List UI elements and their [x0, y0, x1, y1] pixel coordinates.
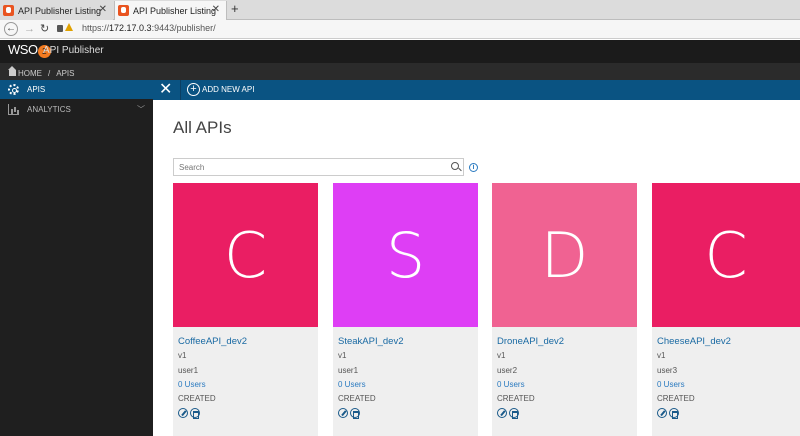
home-icon: [8, 65, 16, 76]
action-toolbar: ✕ + ADD NEW API: [153, 80, 800, 100]
api-name-link[interactable]: SteakAPI_dev2: [338, 336, 404, 347]
page-title: All APIs: [173, 118, 232, 137]
close-icon[interactable]: ✕: [159, 81, 172, 98]
edit-icon[interactable]: [338, 408, 348, 418]
favicon-icon: [118, 5, 129, 16]
api-provider: user1: [178, 366, 199, 375]
api-actions: [657, 408, 679, 419]
breadcrumb-home[interactable]: HOME: [18, 69, 42, 78]
api-status: CREATED: [178, 394, 216, 403]
browser-nav-bar: ← → ↻ https://172.17.0.3:9443/publisher/: [0, 20, 800, 39]
delete-icon[interactable]: [350, 408, 360, 419]
chevron-down-icon: ﹀: [137, 105, 145, 114]
tab-title: API Publisher Listing: [18, 5, 102, 16]
close-tab-icon[interactable]: ✕: [212, 4, 220, 15]
favicon-icon: [3, 5, 14, 16]
api-card[interactable]: D DroneAPI_dev2 v1 user2 0 Users CREATED: [492, 183, 637, 436]
api-thumbnail[interactable]: S: [333, 183, 478, 327]
toolbar-divider: [180, 80, 181, 100]
breadcrumb: HOME / APIS: [0, 63, 800, 80]
api-status: CREATED: [497, 394, 535, 403]
breadcrumb-separator: /: [48, 69, 51, 78]
search-icon[interactable]: [451, 162, 459, 170]
api-name-link[interactable]: CoffeeAPI_dev2: [178, 336, 247, 347]
api-thumbnail-letter: S: [385, 218, 426, 292]
back-icon[interactable]: ←: [4, 22, 18, 36]
api-card[interactable]: S SteakAPI_dev2 v1 user1 0 Users CREATED: [333, 183, 478, 436]
sidebar-item-label: APIS: [27, 85, 46, 94]
edit-icon[interactable]: [497, 408, 507, 418]
api-name-link[interactable]: CheeseAPI_dev2: [657, 336, 731, 347]
edit-icon[interactable]: [178, 408, 188, 418]
search-input[interactable]: [179, 161, 449, 174]
api-thumbnail[interactable]: D: [492, 183, 637, 327]
api-thumbnail[interactable]: C: [173, 183, 318, 327]
new-tab-icon[interactable]: +: [231, 2, 239, 16]
browser-tab-active[interactable]: API Publisher Listing ✕: [114, 1, 227, 20]
search-box: [173, 158, 464, 176]
api-thumbnail-letter: D: [540, 218, 589, 292]
api-provider: user3: [657, 366, 678, 375]
api-version: v1: [338, 351, 347, 360]
delete-icon[interactable]: [669, 408, 679, 419]
api-thumbnail-letter: C: [704, 218, 748, 292]
browser-tab[interactable]: API Publisher Listing ✕: [0, 1, 113, 20]
address-bar[interactable]: https://172.17.0.3:9443/publisher/: [82, 23, 216, 33]
api-status: CREATED: [657, 394, 695, 403]
api-users[interactable]: 0 Users: [338, 380, 366, 389]
api-thumbnail[interactable]: C: [652, 183, 800, 327]
delete-icon[interactable]: [509, 408, 519, 419]
api-card[interactable]: C CheeseAPI_dev2 v1 user3 0 Users CREATE…: [652, 183, 800, 436]
api-provider: user2: [497, 366, 518, 375]
api-version: v1: [657, 351, 666, 360]
sidebar-item-analytics[interactable]: ANALYTICS ﹀: [0, 100, 153, 119]
add-new-api-button[interactable]: + ADD NEW API: [187, 83, 254, 96]
api-status: CREATED: [338, 394, 376, 403]
api-card[interactable]: C CoffeeAPI_dev2 v1 user1 0 Users CREATE…: [173, 183, 318, 436]
api-users[interactable]: 0 Users: [497, 380, 525, 389]
edit-icon[interactable]: [657, 408, 667, 418]
sidebar-item-label: ANALYTICS: [27, 105, 71, 114]
api-users[interactable]: 0 Users: [178, 380, 206, 389]
browser-tab-bar: API Publisher Listing ✕ API Publisher Li…: [0, 0, 800, 20]
api-actions: [497, 408, 519, 419]
lock-icon[interactable]: [57, 25, 63, 32]
breadcrumb-current: APIS: [56, 69, 75, 78]
info-icon[interactable]: i: [469, 163, 478, 172]
api-provider: user1: [338, 366, 359, 375]
sidebar-item-apis[interactable]: APIS: [0, 80, 153, 99]
delete-icon[interactable]: [190, 408, 200, 419]
api-thumbnail-letter: C: [223, 218, 268, 292]
app-header: WSO 2 API Publisher: [0, 40, 800, 63]
tab-title: API Publisher Listing: [133, 5, 217, 16]
plus-circle-icon: +: [187, 83, 200, 96]
reload-icon[interactable]: ↻: [40, 22, 49, 36]
api-version: v1: [497, 351, 506, 360]
close-tab-icon[interactable]: ✕: [99, 4, 107, 15]
api-actions: [338, 408, 360, 419]
sidebar: APIS ANALYTICS ﹀: [0, 80, 153, 436]
app-title: API Publisher: [43, 45, 104, 56]
api-name-link[interactable]: DroneAPI_dev2: [497, 336, 564, 347]
warning-icon[interactable]: [65, 23, 73, 31]
api-version: v1: [178, 351, 187, 360]
api-users[interactable]: 0 Users: [657, 380, 685, 389]
forward-icon[interactable]: →: [24, 22, 35, 36]
gear-icon: [8, 84, 19, 95]
api-actions: [178, 408, 200, 419]
add-new-api-label: ADD NEW API: [202, 85, 255, 94]
bar-chart-icon: [8, 104, 19, 115]
